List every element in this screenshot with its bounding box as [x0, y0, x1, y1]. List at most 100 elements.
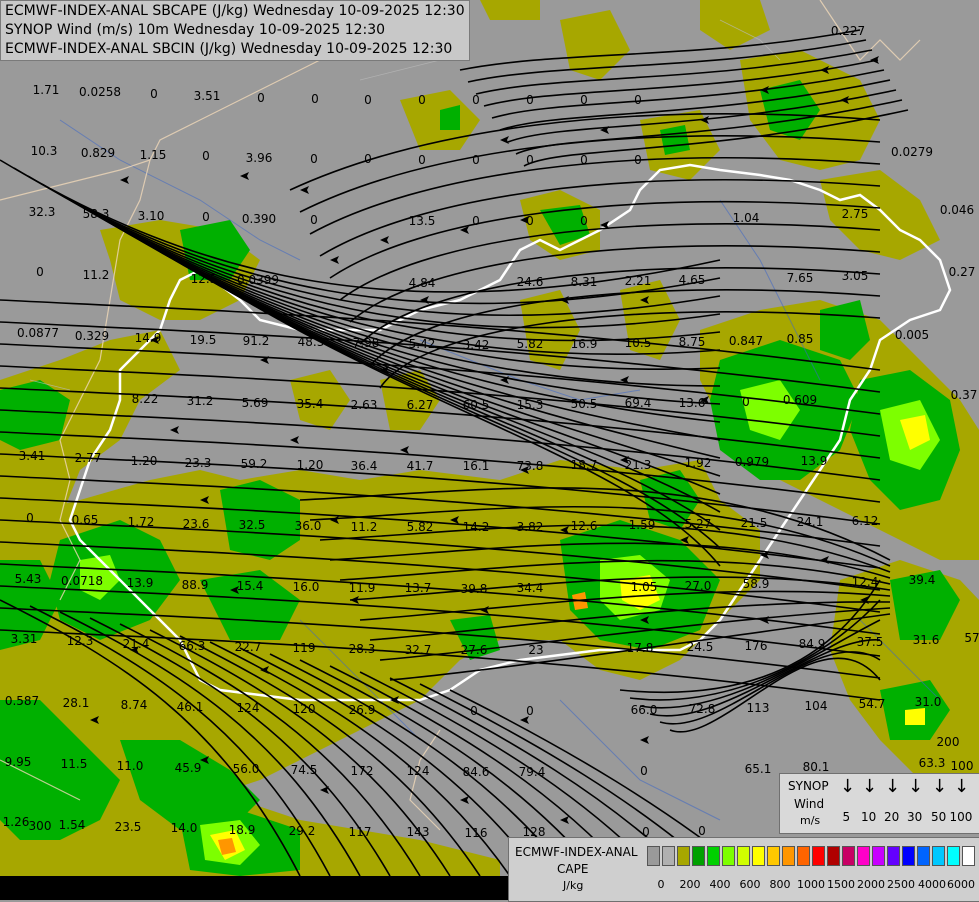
station-value: 22.7	[234, 640, 262, 654]
wind-speed-label: 100	[949, 810, 973, 824]
station-value: 0	[150, 87, 158, 101]
station-value: 32.5	[238, 518, 266, 532]
station-value: 0.979	[734, 455, 770, 469]
station-value: 11.0	[116, 759, 144, 773]
station-value: 10.3	[30, 144, 58, 158]
station-value: 39.4	[908, 573, 936, 587]
station-value: 11.9	[348, 581, 376, 595]
cape-color-swatch	[692, 846, 705, 866]
station-value: 5.43	[14, 572, 42, 586]
station-value: 200	[936, 735, 960, 749]
station-value: 0	[364, 93, 372, 107]
station-value: 1.05	[630, 580, 658, 594]
wind-legend-unit: m/s	[800, 814, 821, 827]
station-value: 80.1	[802, 760, 830, 774]
station-value: 0.37	[950, 388, 978, 402]
station-value: 0.390	[241, 212, 277, 226]
cape-color-swatch	[752, 846, 765, 866]
wind-arrow-sample: ↓	[862, 776, 878, 797]
station-value: 91.2	[242, 334, 270, 348]
wind-arrow-sample: ↓	[908, 776, 924, 797]
station-value: 58.9	[742, 577, 770, 591]
station-value: 11.5	[60, 757, 88, 771]
wind-speed-label: 10	[861, 810, 877, 824]
station-value: 6.12	[851, 514, 879, 528]
station-value: 28.1	[62, 696, 90, 710]
station-value: 23.5	[114, 820, 142, 834]
station-value: 7.98	[352, 336, 380, 350]
cape-color-swatch	[707, 846, 720, 866]
cape-color-swatch	[917, 846, 930, 866]
cape-scale-tick: 4000	[918, 878, 946, 891]
station-value: 104	[804, 699, 828, 713]
station-value: 60.5	[462, 398, 490, 412]
cape-color-swatch	[662, 846, 675, 866]
station-value: 21.5	[740, 516, 768, 530]
wind-arrow-sample: ↓	[885, 776, 901, 797]
station-value: 16.1	[462, 459, 490, 473]
station-value: 0	[526, 153, 534, 167]
wind-arrow-sample: ↓	[954, 776, 970, 797]
station-value: 88.9	[181, 578, 209, 592]
station-value: 46.1	[176, 700, 204, 714]
station-value: 143	[406, 825, 430, 839]
station-value: 113	[746, 701, 770, 715]
cape-color-legend: ECMWF-INDEX-ANAL CAPE J/kg 0 200 400 600 800…	[508, 837, 979, 902]
station-value: 45.9	[174, 761, 202, 775]
station-value: 13.7	[404, 581, 432, 595]
station-value: 0	[634, 93, 642, 107]
station-value: 8.22	[131, 392, 159, 406]
cape-color-swatch	[857, 846, 870, 866]
station-value: 7.65	[786, 271, 814, 285]
station-value: 3.82	[516, 520, 544, 534]
station-value: 0	[472, 214, 480, 228]
station-value: 0	[257, 91, 265, 105]
station-value: 11.2	[350, 520, 378, 534]
station-value: 0.609	[782, 393, 818, 407]
cape-scale-tick: 800	[769, 878, 791, 891]
station-value: 1.20	[130, 454, 158, 468]
station-value: 1.15	[139, 148, 167, 162]
station-value: 172	[350, 764, 374, 778]
station-value: 31.6	[912, 633, 940, 647]
station-value: 0	[526, 704, 534, 718]
station-value: 0.329	[74, 329, 110, 343]
station-value: 3.42	[462, 338, 490, 352]
station-value: 176	[744, 639, 768, 653]
station-value: 58.3	[82, 207, 110, 221]
station-value: 13.5	[408, 214, 436, 228]
station-value: 2.75	[841, 207, 869, 221]
station-value: 31.2	[186, 394, 214, 408]
wind-legend-title: SYNOP	[788, 779, 829, 793]
station-value: 24.5	[686, 640, 714, 654]
wind-legend-subtitle: Wind	[794, 797, 825, 811]
cape-color-swatch	[797, 846, 810, 866]
station-value: 0	[26, 511, 34, 525]
map-title-box: ECMWF-INDEX-ANAL SBCAPE (J/kg) Wednesday…	[0, 0, 470, 61]
cape-color-swatch	[887, 846, 900, 866]
cape-scale-tick: 6000	[947, 878, 975, 891]
cape-scale-tick: 600	[739, 878, 761, 891]
station-value: 3.51	[193, 89, 221, 103]
station-value: 0	[311, 92, 319, 106]
station-value: 48.3	[297, 335, 325, 349]
station-value: 14.2	[462, 520, 490, 534]
station-value: 0	[580, 93, 588, 107]
station-value: 15.4	[236, 579, 264, 593]
cape-legend-unit: J/kg	[563, 879, 584, 892]
cape-color-swatch	[842, 846, 855, 866]
station-value: 116	[464, 826, 488, 840]
cape-color-swatch	[902, 846, 915, 866]
station-value: 12.3	[66, 634, 94, 648]
wind-speed-label: 5	[842, 810, 851, 824]
station-value: 9.95	[4, 755, 32, 769]
cape-color-swatch	[827, 846, 840, 866]
cape-color-swatch	[962, 846, 975, 866]
station-value: 0.005	[894, 328, 930, 342]
station-value: 32.3	[28, 205, 56, 219]
cape-scale-tick: 0	[657, 878, 665, 891]
station-value: 39.8	[460, 582, 488, 596]
station-value: 24.6	[516, 275, 544, 289]
station-value: 18.9	[228, 823, 256, 837]
station-value: 0	[640, 764, 648, 778]
